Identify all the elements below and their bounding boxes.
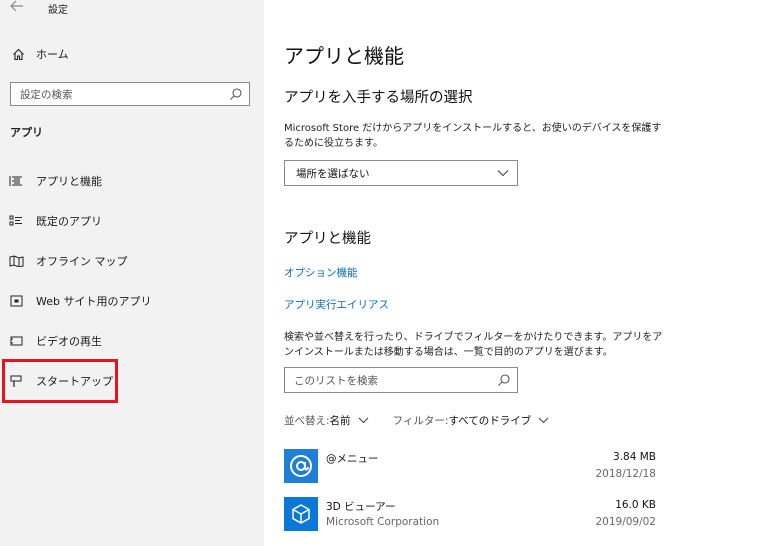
sidebar: 設定 ホーム 設定の検索 アプリ アプリと機能 既定のアプリ オフライン マップ [0, 0, 264, 546]
app-size: 3.84 MB [613, 451, 656, 463]
app-list-search-input[interactable]: このリストを検索 [284, 367, 518, 393]
sidebar-item-web-apps[interactable]: Web サイト用のアプリ [8, 290, 151, 312]
app-list-search-placeholder: このリストを検索 [294, 375, 378, 387]
video-icon [8, 334, 24, 348]
install-source-description: Microsoft Store だけからアプリをインストールすると、お使いのデバ… [284, 123, 662, 149]
app-size: 16.0 KB [615, 499, 656, 511]
home-icon [10, 48, 26, 61]
section-label: アプリ [10, 126, 43, 139]
app-name: @メニュー [326, 453, 379, 465]
title-bar: 設定 [0, 0, 264, 18]
app-date: 2019/09/02 [595, 516, 656, 528]
back-button[interactable] [10, 0, 26, 14]
filter-label: フィルター: [392, 414, 449, 427]
chevron-down-icon [497, 170, 509, 177]
home-link[interactable]: ホーム [10, 44, 69, 64]
app-tile [284, 497, 318, 531]
search-icon [230, 88, 242, 100]
default-apps-icon [8, 214, 24, 228]
sidebar-item-apps-features[interactable]: アプリと機能 [8, 170, 102, 192]
map-icon [8, 254, 24, 268]
install-source-value: 場所を選ばない [296, 168, 370, 180]
sidebar-item-offline-maps[interactable]: オフライン マップ [8, 250, 128, 272]
settings-search-placeholder: 設定の検索 [20, 89, 73, 101]
sidebar-item-label: ビデオの再生 [36, 335, 102, 348]
back-arrow-icon [10, 0, 23, 12]
chevron-down-icon [538, 417, 549, 423]
home-label: ホーム [36, 48, 69, 61]
install-source-heading: アプリを入手する場所の選択 [284, 90, 473, 106]
filter-dropdown[interactable]: フィルター: すべてのドライブ [393, 413, 550, 428]
window-title: 設定 [48, 5, 68, 16]
app-date: 2018/12/18 [595, 468, 656, 480]
sort-value: 名前 [329, 414, 351, 427]
app-list-item[interactable]: @メニュー 3.84 MB 2018/12/18 [284, 447, 656, 487]
list-icon [8, 174, 24, 188]
web-app-icon [8, 294, 24, 308]
settings-search-input[interactable]: 設定の検索 [10, 82, 250, 106]
at-sign-icon [290, 455, 312, 477]
apps-features-heading: アプリと機能 [284, 231, 371, 247]
sort-filter-row: 並べ替え: 名前 フィルター: すべてのドライブ [284, 412, 573, 428]
optional-features-link[interactable]: オプション機能 [284, 265, 358, 280]
chevron-down-icon [358, 417, 368, 423]
sidebar-item-label: アプリと機能 [36, 175, 102, 188]
sort-dropdown[interactable]: 並べ替え: 名前 [284, 413, 369, 428]
startup-highlight-box [2, 359, 118, 403]
app-tile [284, 449, 318, 483]
sidebar-item-default-apps[interactable]: 既定のアプリ [8, 210, 102, 232]
main-content: アプリと機能 アプリを入手する場所の選択 Microsoft Store だけか… [264, 0, 768, 546]
apps-list-description: 検索や並べ替えを行ったり、ドライブでフィルターをかけたりできます。アプリをアンイ… [284, 332, 663, 358]
sort-label: 並べ替え: [284, 414, 330, 427]
app-execution-alias-link[interactable]: アプリ実行エイリアス [284, 297, 389, 312]
sidebar-item-video-playback[interactable]: ビデオの再生 [8, 330, 102, 352]
app-list-item[interactable]: 3D ビューアー Microsoft Corporation 16.0 KB 2… [284, 495, 656, 535]
sidebar-item-label: オフライン マップ [36, 255, 128, 268]
page-title: アプリと機能 [284, 44, 404, 68]
app-publisher: Microsoft Corporation [326, 516, 440, 528]
sidebar-item-label: Web サイト用のアプリ [36, 295, 152, 308]
cube-icon [292, 504, 310, 524]
app-name: 3D ビューアー [326, 501, 396, 513]
sidebar-item-label: 既定のアプリ [36, 215, 102, 228]
search-icon [498, 374, 510, 386]
filter-value: すべてのドライブ [448, 414, 532, 427]
install-source-dropdown[interactable]: 場所を選ばない [284, 160, 518, 186]
